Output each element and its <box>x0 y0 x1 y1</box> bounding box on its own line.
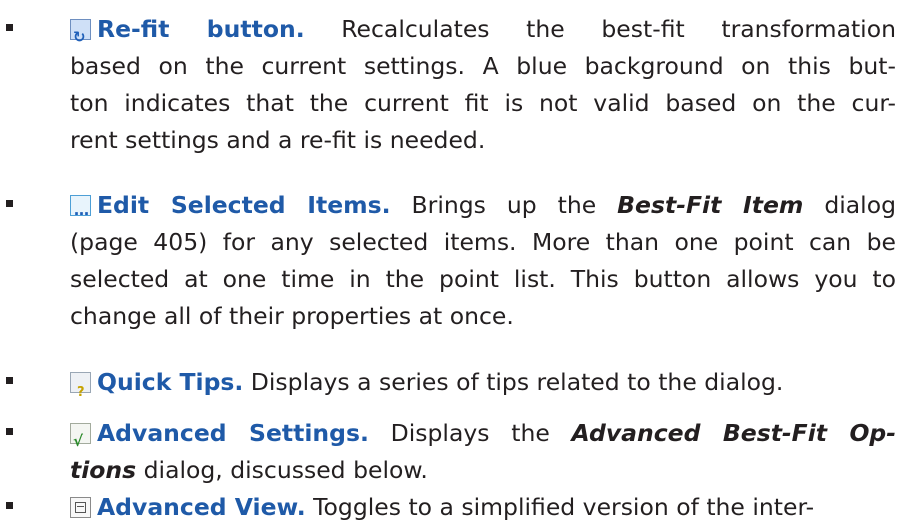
text-run: Recalculates the best-fit transformation <box>304 15 896 43</box>
text-run: Toggles to a simplified version of the i… <box>305 493 815 521</box>
text-line: ton indicates that the current fit is no… <box>70 89 896 117</box>
text-line: Advanced View. Toggles to a simplified v… <box>70 489 896 526</box>
dialog-name: Advanced Best-Fit Op- <box>571 419 897 447</box>
bullet-marker <box>6 428 13 435</box>
text-line: rent settings and a re-fit is needed. <box>70 126 486 154</box>
text-line: (page 405) for any selected items. More … <box>70 228 896 256</box>
text-line: based on the current settings. A blue ba… <box>70 52 896 80</box>
item-heading: Advanced Settings. <box>97 419 369 447</box>
text-run: Displays the <box>368 419 572 447</box>
item-heading: Re-fit button. <box>97 15 305 43</box>
list-item-text: Quick Tips. Displays a series of tips re… <box>70 364 896 411</box>
bullet-marker <box>6 24 13 31</box>
advanced-settings-icon <box>70 423 91 460</box>
quick-tips-icon <box>70 372 91 411</box>
list-item-text: Advanced View. Toggles to a simplified v… <box>70 489 896 526</box>
bullet-marker <box>6 377 13 384</box>
text-run: Brings up the <box>390 191 618 219</box>
document-page: Re-fit button. Recalculates the best-fit… <box>0 0 907 527</box>
text-line: selected at one time in the point list. … <box>70 265 896 293</box>
bullet-marker <box>6 200 13 207</box>
advanced-view-icon <box>70 497 91 518</box>
item-heading: Quick Tips. <box>97 368 244 396</box>
dialog-name: tions <box>70 456 137 484</box>
list-item-text: Re-fit button. Recalculates the best-fit… <box>70 11 896 159</box>
refit-icon <box>70 19 91 56</box>
text-line: tions dialog, discussed below. <box>70 452 896 489</box>
text-line: Advanced Settings. Displays the Advanced… <box>70 415 897 460</box>
text-run: dialog, discussed below. <box>136 456 428 484</box>
text-line: Re-fit button. Recalculates the best-fit… <box>70 11 896 56</box>
list-item-text: Advanced Settings. Displays the Advanced… <box>70 415 896 489</box>
text-run: Displays a series of tips related to the… <box>243 368 784 396</box>
item-heading: Edit Selected Items. <box>97 191 391 219</box>
text-line: Edit Selected Items. Brings up the Best-… <box>70 187 896 229</box>
list-item-text: Edit Selected Items. Brings up the Best-… <box>70 187 896 335</box>
text-line: change all of their properties at once. <box>70 302 514 330</box>
dialog-name: Best-Fit Item <box>617 191 804 219</box>
bullet-marker <box>6 502 13 509</box>
edit-selected-items-icon <box>70 192 91 229</box>
text-run: dialog <box>803 191 896 219</box>
text-line: Quick Tips. Displays a series of tips re… <box>70 364 896 411</box>
item-heading: Advanced View. <box>97 493 306 521</box>
